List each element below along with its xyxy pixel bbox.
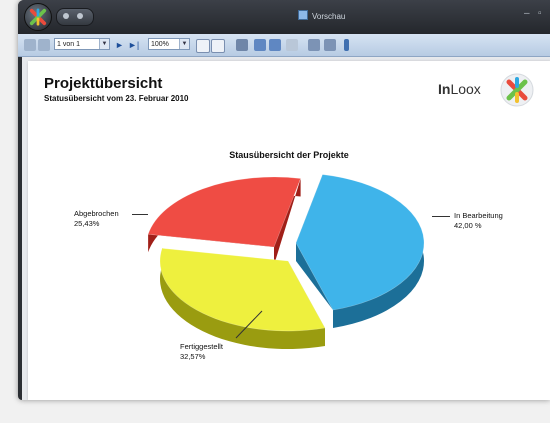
first-page-icon[interactable] — [24, 39, 36, 51]
preview-window: Vorschau – ▫ 1 von 1 ▼ ► ►| 100% ▼ Proje… — [18, 0, 550, 400]
window-title: Vorschau — [298, 10, 345, 21]
slice-label-fertiggestellt: Fertiggestellt 32,57% — [180, 342, 223, 362]
slice-value: 32,57% — [180, 352, 206, 361]
report-page: Projektübersicht Statusübersicht vom 23.… — [28, 61, 550, 400]
last-page-icon[interactable]: ►| — [128, 39, 140, 51]
title-bar: Vorschau – ▫ — [18, 0, 550, 34]
quick-access-toolbar[interactable] — [56, 8, 94, 26]
options-icon[interactable] — [77, 13, 83, 19]
document-icon — [298, 10, 308, 20]
next-page-icon[interactable]: ► — [115, 39, 127, 51]
export-icon[interactable] — [286, 39, 298, 51]
quick-print-icon[interactable] — [269, 39, 281, 51]
leader-line-fertiggestellt — [235, 310, 263, 339]
chevron-down-icon[interactable]: ▼ — [179, 39, 189, 49]
inloox-logo-icon — [29, 8, 47, 26]
zoom-in-icon[interactable] — [196, 39, 210, 53]
page-select-value: 1 von 1 — [57, 41, 80, 48]
preview-area[interactable]: Projektübersicht Statusübersicht vom 23.… — [22, 57, 550, 400]
help-icon[interactable] — [63, 13, 69, 19]
slice-name: Fertiggestellt — [180, 342, 223, 351]
page-select[interactable]: 1 von 1 ▼ — [54, 38, 110, 50]
maximize-icon[interactable]: ▫ — [538, 8, 542, 19]
window-title-text: Vorschau — [312, 12, 346, 21]
zoom-select[interactable]: 100% ▼ — [148, 38, 190, 50]
page-setup-icon[interactable] — [236, 39, 248, 51]
multi-page-icon[interactable] — [324, 39, 336, 51]
zoom-select-value: 100% — [151, 41, 169, 48]
close-preview-icon[interactable] — [344, 39, 349, 51]
print-icon[interactable] — [254, 39, 266, 51]
zoom-out-icon[interactable] — [211, 39, 225, 53]
minimize-icon[interactable]: – — [524, 8, 530, 19]
preview-toolbar: 1 von 1 ▼ ► ►| 100% ▼ — [18, 34, 550, 57]
single-page-icon[interactable] — [308, 39, 320, 51]
previous-page-icon[interactable] — [38, 39, 50, 51]
app-menu-button[interactable] — [24, 3, 52, 31]
chevron-down-icon[interactable]: ▼ — [99, 39, 109, 49]
